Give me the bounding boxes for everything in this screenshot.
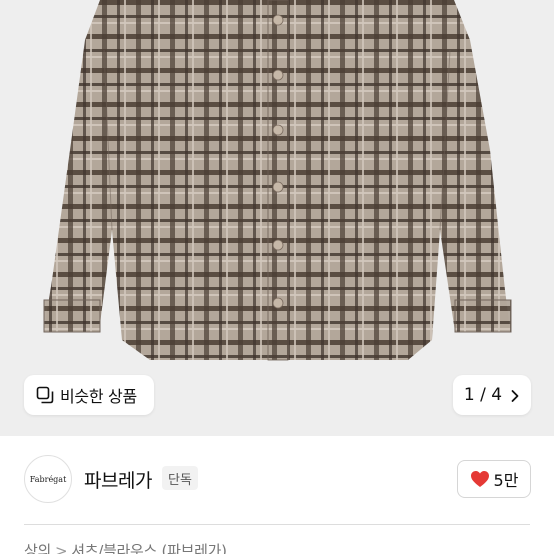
similar-products-label: 비슷한 상품 bbox=[60, 387, 137, 406]
breadcrumb-item-brand[interactable]: (파브레가) bbox=[162, 542, 227, 554]
similar-products-button[interactable]: 비슷한 상품 bbox=[24, 375, 154, 415]
product-image[interactable]: 비슷한 상품 1 / 4 bbox=[0, 0, 554, 436]
seller-name[interactable]: 파브레가 bbox=[84, 466, 152, 493]
plaid-shirt-image bbox=[43, 0, 512, 361]
divider bbox=[24, 524, 530, 525]
breadcrumb-separator: > bbox=[55, 542, 68, 554]
like-count: 5만 bbox=[493, 471, 519, 490]
chevron-right-icon bbox=[510, 388, 520, 402]
image-pager-button[interactable]: 1 / 4 bbox=[453, 375, 531, 415]
like-button[interactable]: 5만 bbox=[457, 460, 531, 498]
similar-items-icon bbox=[36, 386, 54, 404]
heart-icon bbox=[470, 470, 490, 488]
seller-logo-text: Fabrégat bbox=[29, 474, 67, 484]
breadcrumb-item-shirts[interactable]: 셔츠/블라우스 bbox=[71, 542, 157, 554]
breadcrumb-item-top[interactable]: 상의 bbox=[24, 542, 51, 554]
exclusive-badge: 단독 bbox=[162, 466, 198, 490]
image-pager-count: 1 / 4 bbox=[463, 385, 503, 405]
breadcrumb: 상의 > 셔츠/블라우스 (파브레가) bbox=[24, 540, 227, 554]
seller-row: Fabrégat 파브레가 단독 5만 bbox=[0, 436, 554, 528]
seller-logo[interactable]: Fabrégat bbox=[24, 455, 72, 503]
